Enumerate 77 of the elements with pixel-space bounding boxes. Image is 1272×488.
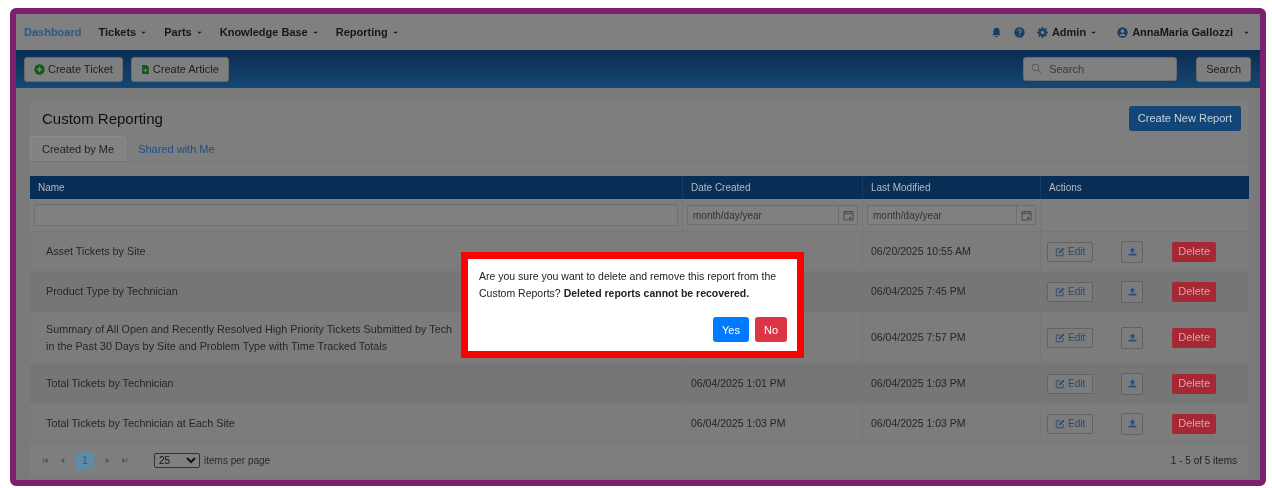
last-modified: 06/04/2025 1:03 PM xyxy=(871,416,966,431)
last-modified: 06/04/2025 7:45 PM xyxy=(871,284,966,299)
confirm-button[interactable]: Yes xyxy=(713,317,749,342)
cancel-button[interactable]: No xyxy=(754,317,787,342)
column-header: Actions xyxy=(1040,176,1249,199)
nav-link[interactable]: Parts xyxy=(164,26,203,38)
first-page-icon[interactable] xyxy=(42,457,49,464)
tab[interactable]: Shared with Me xyxy=(126,136,227,161)
nav-link[interactable]: Dashboard xyxy=(24,26,82,38)
column-header: Name xyxy=(30,176,682,199)
create-report-button[interactable]: Create New Report xyxy=(1128,105,1241,131)
user-menu[interactable]: AnnaMaria Gallozzi xyxy=(1117,26,1250,38)
admin-menu[interactable]: Admin xyxy=(1036,26,1098,38)
search-button[interactable]: Search xyxy=(1196,56,1251,82)
delete-button[interactable]: Delete xyxy=(1172,373,1217,394)
page-size-label: items per page xyxy=(204,455,271,466)
date-created: 06/04/2025 1:03 PM xyxy=(691,416,786,431)
delete-button[interactable]: Delete xyxy=(1172,241,1217,262)
date-filter-field[interactable]: month/day/year xyxy=(867,205,1036,225)
edit-icon xyxy=(1055,286,1065,297)
previous-page-icon[interactable] xyxy=(59,457,66,464)
last-modified: 06/20/2025 10:55 AM xyxy=(871,244,971,259)
date-created: 06/04/2025 1:01 PM xyxy=(691,376,786,391)
nav-link[interactable]: Reporting xyxy=(335,26,399,38)
page-size-select[interactable]: 25 xyxy=(154,453,200,468)
nav-link[interactable]: Tickets xyxy=(98,26,148,38)
report-name: Asset Tickets by Site xyxy=(46,244,146,259)
upload-icon xyxy=(1127,419,1137,428)
report-name: Total Tickets by Technician xyxy=(46,376,174,391)
bell-icon[interactable] xyxy=(990,26,1002,38)
calendar-icon xyxy=(842,209,854,221)
edit-button[interactable]: Edit xyxy=(1047,241,1094,262)
settings-icon xyxy=(1036,26,1048,38)
last-page-icon[interactable] xyxy=(121,457,128,464)
edit-icon xyxy=(1055,418,1065,429)
report-name: Total Tickets by Technician at Each Site xyxy=(46,416,235,431)
last-modified: 06/04/2025 1:03 PM xyxy=(871,376,966,391)
edit-button[interactable]: Edit xyxy=(1047,373,1094,394)
edit-icon xyxy=(1055,378,1065,389)
share-button[interactable] xyxy=(1121,280,1144,303)
report-name: Summary of All Open and Recently Resolved High Priority Tickets Submitted by Tech in the Past 30 Days by Site and Problem Type with Time Tracked Totals xyxy=(46,321,453,354)
upload-icon xyxy=(1127,247,1137,256)
plus-circle-icon xyxy=(34,63,45,75)
last-modified: 06/04/2025 7:57 PM xyxy=(871,330,966,345)
edit-button[interactable]: Edit xyxy=(1047,327,1094,348)
search-field[interactable]: Search xyxy=(1023,57,1178,81)
share-button[interactable] xyxy=(1121,240,1144,263)
upload-icon xyxy=(1127,333,1137,342)
search-icon xyxy=(1031,63,1043,74)
column-header: Date Created xyxy=(682,176,862,199)
edit-button[interactable]: Edit xyxy=(1047,413,1094,434)
tab[interactable]: Created by Me xyxy=(30,136,127,161)
upload-icon xyxy=(1127,287,1137,296)
share-button[interactable] xyxy=(1121,412,1144,435)
edit-icon xyxy=(1055,332,1065,343)
next-page-icon[interactable] xyxy=(104,457,111,464)
delete-button[interactable]: Delete xyxy=(1172,413,1217,434)
upload-icon xyxy=(1127,379,1137,388)
edit-button[interactable]: Edit xyxy=(1047,281,1094,302)
confirm-message: Are you sure you want to delete and remove this report from the Custom Reports? Deleted reports cannot be recovered. xyxy=(479,269,778,301)
create-button[interactable]: Create Article xyxy=(130,56,229,82)
date-filter-field[interactable]: month/day/year xyxy=(687,205,858,225)
create-button[interactable]: Create Ticket xyxy=(24,56,123,82)
calendar-icon xyxy=(1020,209,1032,221)
edit-icon xyxy=(1055,246,1065,257)
help-icon[interactable] xyxy=(1013,26,1025,38)
report-name: Product Type by Technician xyxy=(46,284,178,299)
column-header: Last Modified xyxy=(862,176,1040,199)
page-title: Custom Reporting xyxy=(42,109,163,127)
items-summary: 1 - 5 of 5 items xyxy=(1170,455,1237,466)
delete-button[interactable]: Delete xyxy=(1172,327,1217,348)
share-button[interactable] xyxy=(1121,372,1144,395)
delete-button[interactable]: Delete xyxy=(1172,281,1217,302)
nav-link[interactable]: Knowledge Base xyxy=(219,26,319,38)
user-icon xyxy=(1117,26,1129,38)
share-button[interactable] xyxy=(1121,326,1144,349)
file-plus-icon xyxy=(140,63,150,75)
